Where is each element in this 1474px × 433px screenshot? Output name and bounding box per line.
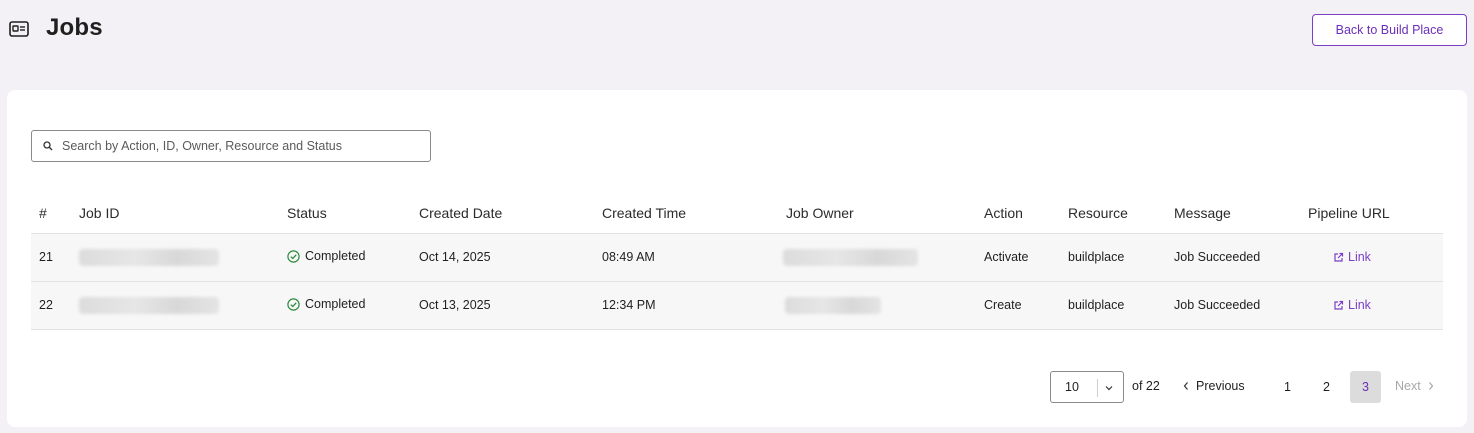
action: Activate xyxy=(984,250,1029,264)
next-page-button[interactable]: Next xyxy=(1395,379,1435,393)
previous-page-button[interactable]: Previous xyxy=(1182,379,1245,393)
pipeline-link[interactable]: Link xyxy=(1333,298,1371,312)
column-header-action: Action xyxy=(984,205,1023,221)
action: Create xyxy=(984,298,1022,312)
status-cell: Completed xyxy=(287,297,365,311)
previous-label: Previous xyxy=(1196,379,1245,393)
column-header-job-id: Job ID xyxy=(79,205,120,221)
column-header-created-time: Created Time xyxy=(602,205,687,221)
pipeline-link-label: Link xyxy=(1348,250,1371,264)
back-to-build-place-button[interactable]: Back to Build Place xyxy=(1312,14,1467,46)
column-header-created-date: Created Date xyxy=(419,205,503,221)
search-input[interactable] xyxy=(62,131,422,161)
jobs-card-icon xyxy=(9,21,29,37)
chevron-left-icon xyxy=(1183,382,1188,390)
page-button-3[interactable]: 3 xyxy=(1350,371,1381,403)
page-title: Jobs xyxy=(46,14,103,41)
column-header-job-owner: Job Owner xyxy=(786,205,854,221)
column-header-status: Status xyxy=(287,205,327,221)
search-icon xyxy=(43,141,53,151)
chevron-right-icon xyxy=(1428,382,1433,390)
table-row: 22 Completed Oct 13, 2025 12:34 PM Creat… xyxy=(31,282,1443,330)
created-date: Oct 14, 2025 xyxy=(419,250,491,264)
chevron-down-icon xyxy=(1105,386,1113,391)
next-label: Next xyxy=(1395,379,1421,393)
pagination: 10 of 22 Previous 1 2 3 Next xyxy=(1050,371,1450,403)
job-owner-redacted xyxy=(783,249,918,266)
pipeline-link-label: Link xyxy=(1348,298,1371,312)
check-circle-icon xyxy=(287,249,300,263)
status-text: Completed xyxy=(305,297,366,311)
page-size-select[interactable]: 10 xyxy=(1050,371,1124,403)
page-header: Jobs Back to Build Place xyxy=(0,0,1474,60)
check-circle-icon xyxy=(287,297,300,311)
message: Job Succeeded xyxy=(1174,298,1261,312)
external-link-icon xyxy=(1334,252,1344,262)
select-divider xyxy=(1097,379,1098,397)
column-header-message: Message xyxy=(1174,205,1231,221)
page-button-1[interactable]: 1 xyxy=(1272,371,1303,403)
jobs-table: # Job ID Status Created Date Created Tim… xyxy=(31,190,1443,330)
table-header: # Job ID Status Created Date Created Tim… xyxy=(31,190,1443,234)
table-row: 21 Completed Oct 14, 2025 08:49 AM Activ… xyxy=(31,234,1443,282)
page-size-value: 10 xyxy=(1065,380,1079,394)
job-id-redacted xyxy=(79,249,219,266)
job-owner-redacted xyxy=(785,297,881,314)
column-header-number: # xyxy=(39,205,47,221)
resource: buildplace xyxy=(1068,250,1125,264)
search-box[interactable] xyxy=(31,130,431,162)
external-link-icon xyxy=(1334,300,1344,310)
job-id-redacted xyxy=(79,297,219,314)
status-text: Completed xyxy=(305,249,366,263)
created-time: 08:49 AM xyxy=(602,250,655,264)
pipeline-link[interactable]: Link xyxy=(1333,250,1371,264)
jobs-card: # Job ID Status Created Date Created Tim… xyxy=(7,90,1467,427)
resource: buildplace xyxy=(1068,298,1125,312)
status-cell: Completed xyxy=(287,249,365,263)
message: Job Succeeded xyxy=(1174,250,1261,264)
page-total-label: of 22 xyxy=(1132,379,1160,393)
created-date: Oct 13, 2025 xyxy=(419,298,491,312)
row-number: 22 xyxy=(39,298,53,312)
column-header-resource: Resource xyxy=(1068,205,1128,221)
column-header-pipeline-url: Pipeline URL xyxy=(1308,205,1390,221)
page-button-2[interactable]: 2 xyxy=(1311,371,1342,403)
row-number: 21 xyxy=(39,250,53,264)
created-time: 12:34 PM xyxy=(602,298,656,312)
